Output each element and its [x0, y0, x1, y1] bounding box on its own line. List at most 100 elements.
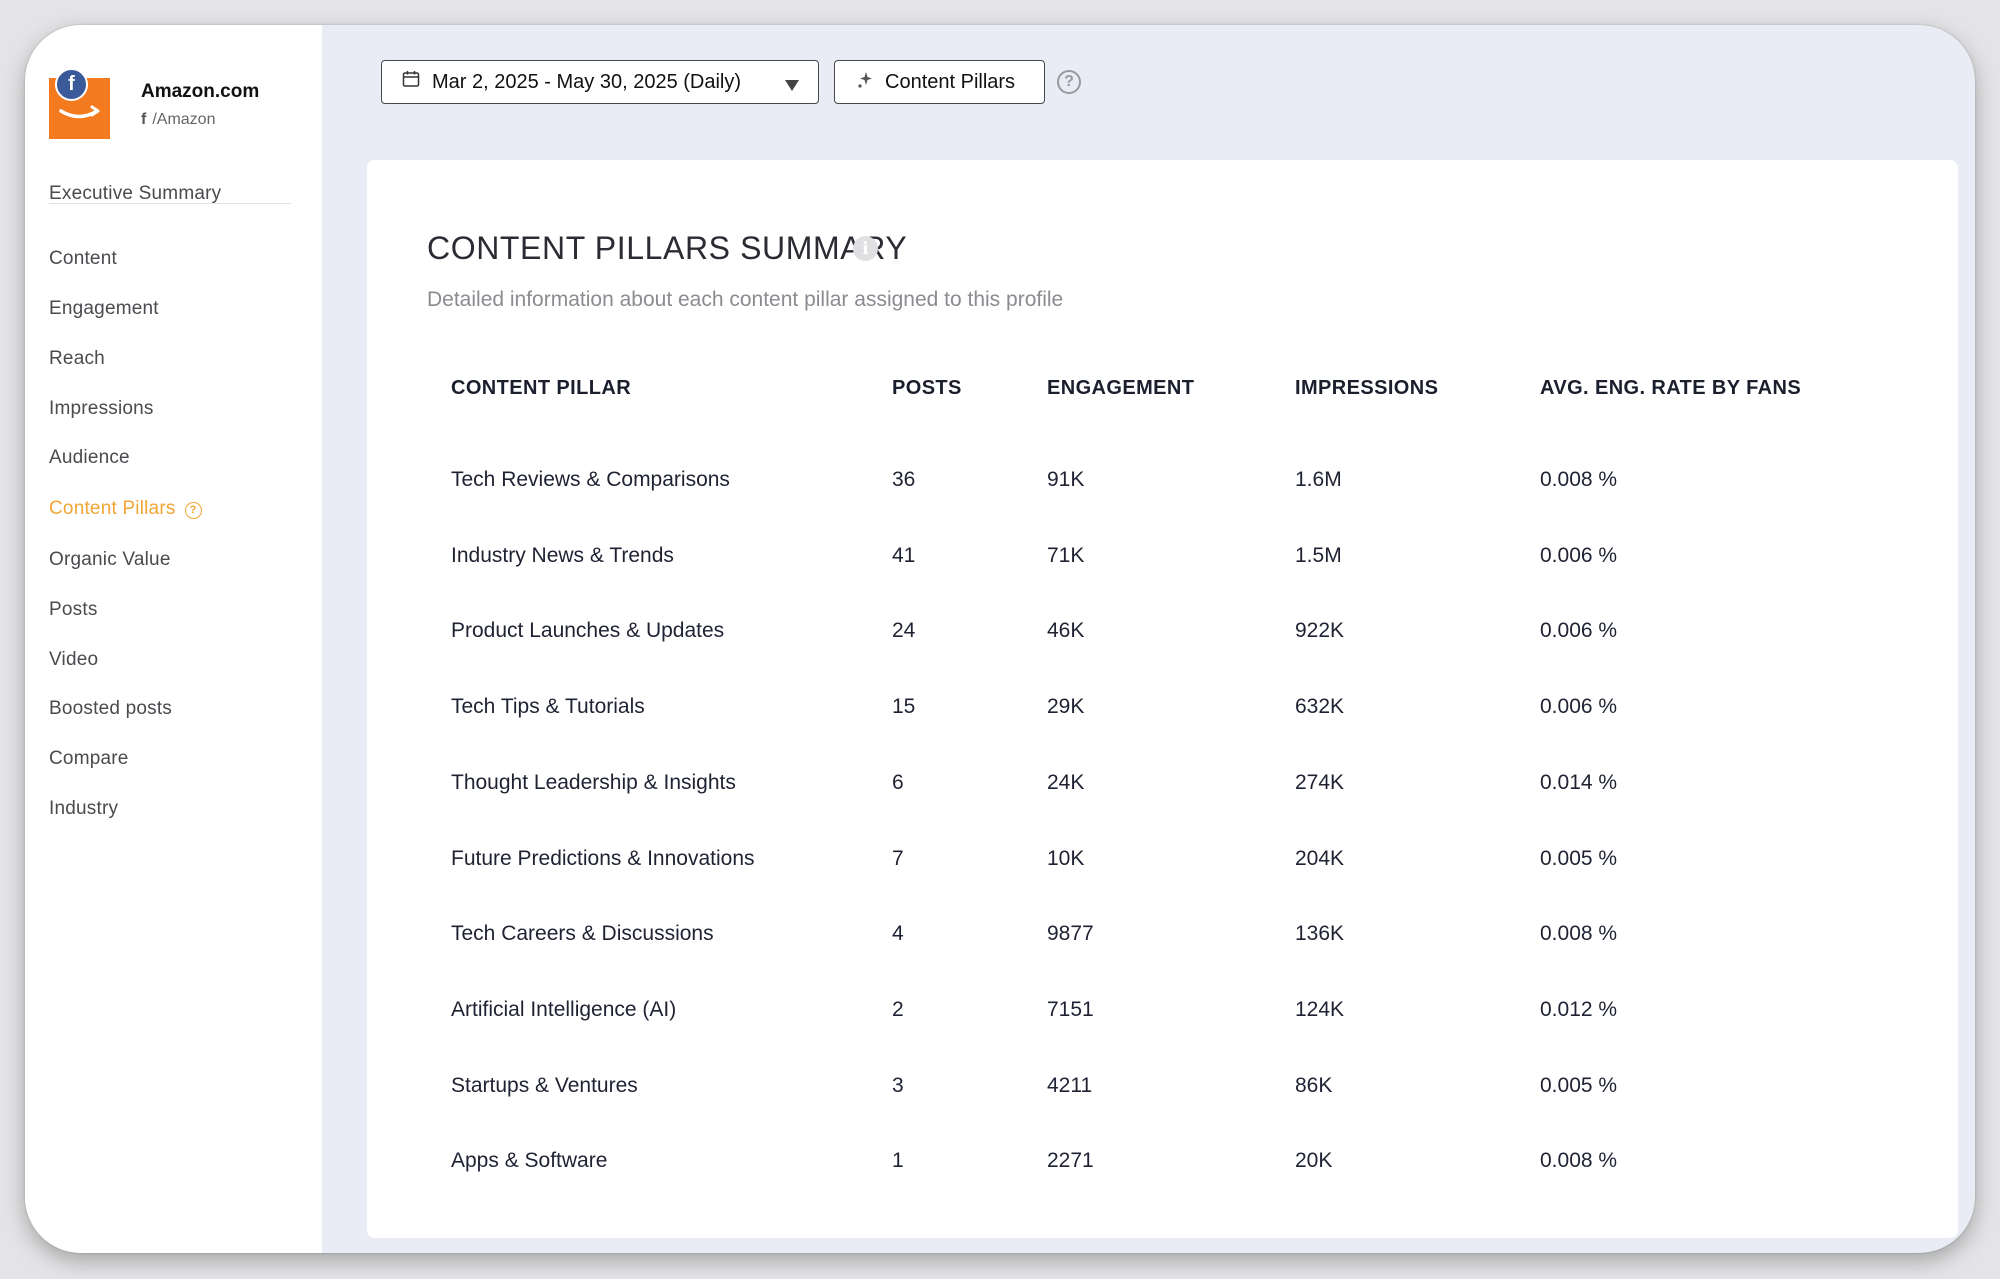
cell-posts: 24 [892, 619, 916, 642]
content-pillars-summary-card: CONTENT PILLARS SUMMARY i Detailed infor… [367, 160, 1958, 1238]
cell-rate: 0.005 % [1540, 1074, 1618, 1097]
profile-handle: f/Amazon [141, 111, 215, 129]
table-row[interactable]: Tech Careers & Discussions 4 9877 136K 0.008… [367, 922, 1958, 962]
cell-impressions: 1.5M [1295, 544, 1342, 567]
cell-engagement: 91K [1047, 468, 1085, 491]
sidebar-item-video[interactable]: Video [49, 649, 98, 671]
cell-posts: 1 [892, 1149, 904, 1172]
profile-handle-text: /Amazon [152, 111, 216, 128]
sidebar-item-label: Content [49, 248, 117, 269]
table-row[interactable]: Startups & Ventures 3 4211 86K 0.005 % [367, 1074, 1958, 1114]
sidebar-item-organic-value[interactable]: Organic Value [49, 549, 171, 571]
sidebar-item-executive-summary[interactable]: Executive Summary [49, 183, 221, 205]
info-icon[interactable]: i [853, 236, 878, 261]
cell-impressions: 1.6M [1295, 468, 1342, 491]
cell-impressions: 632K [1295, 695, 1345, 718]
cell-engagement: 2271 [1047, 1149, 1094, 1172]
help-icon[interactable]: ? [1057, 70, 1081, 94]
sidebar-item-label: Content Pillars [49, 498, 176, 519]
table-row[interactable]: Apps & Software 1 2271 20K 0.008 % [367, 1149, 1958, 1189]
cell-posts: 7 [892, 847, 904, 870]
cell-impressions: 86K [1295, 1074, 1333, 1097]
cell-engagement: 46K [1047, 619, 1085, 642]
cell-posts: 3 [892, 1074, 904, 1097]
table-row[interactable]: Product Launches & Updates 24 46K 922K 0.006… [367, 619, 1958, 659]
cell-pillar: Startups & Ventures [451, 1074, 638, 1097]
sidebar-item-label: Boosted posts [49, 698, 173, 719]
cell-impressions: 922K [1295, 619, 1345, 642]
sidebar: f Amazon.com f/Amazon Executive Summary C… [25, 25, 322, 1253]
sidebar-item-label: Impressions [49, 398, 154, 419]
sidebar-item-label: Industry [49, 798, 119, 819]
date-range-picker[interactable]: Mar 2, 2025 - May 30, 2025 (Daily) [381, 60, 819, 104]
profile-name: Amazon.com [141, 81, 260, 102]
sidebar-item-label: Engagement [49, 298, 159, 319]
cell-posts: 41 [892, 544, 916, 567]
facebook-icon: f [55, 68, 88, 101]
column-header-impressions[interactable]: IMPRESSIONS [1295, 377, 1438, 400]
cell-rate: 0.005 % [1540, 847, 1618, 870]
cell-rate: 0.012 % [1540, 998, 1618, 1021]
sidebar-item-content-pillars[interactable]: Content Pillars? [49, 498, 202, 520]
cell-pillar: Product Launches & Updates [451, 619, 725, 642]
cell-impressions: 20K [1295, 1149, 1333, 1172]
cell-engagement: 9877 [1047, 922, 1094, 945]
sidebar-item-label: Executive Summary [49, 183, 222, 204]
sidebar-item-label: Posts [49, 599, 98, 620]
cell-impressions: 204K [1295, 847, 1345, 870]
cell-pillar: Artificial Intelligence (AI) [451, 998, 677, 1021]
cell-rate: 0.008 % [1540, 1149, 1618, 1172]
column-header-pillar[interactable]: CONTENT PILLAR [451, 377, 631, 400]
column-header-engagement[interactable]: ENGAGEMENT [1047, 377, 1194, 400]
cell-pillar: Tech Careers & Discussions [451, 922, 714, 945]
sidebar-item-audience[interactable]: Audience [49, 447, 130, 469]
sidebar-item-reach[interactable]: Reach [49, 348, 105, 370]
sidebar-item-label: Compare [49, 748, 129, 769]
cell-pillar: Industry News & Trends [451, 544, 674, 567]
cell-posts: 6 [892, 771, 904, 794]
cell-posts: 36 [892, 468, 916, 491]
cell-pillar: Thought Leadership & Insights [451, 771, 736, 794]
column-header-avg-eng-rate[interactable]: AVG. ENG. RATE BY FANS [1540, 377, 1801, 400]
card-title: CONTENT PILLARS SUMMARY [427, 230, 908, 266]
content-pillars-button[interactable]: Content Pillars [834, 60, 1045, 104]
calendar-icon [402, 70, 420, 94]
cell-impressions: 274K [1295, 771, 1345, 794]
cell-pillar: Tech Reviews & Comparisons [451, 468, 730, 491]
sidebar-item-label: Organic Value [49, 549, 171, 570]
cell-pillar: Apps & Software [451, 1149, 608, 1172]
cell-posts: 4 [892, 922, 904, 945]
facebook-small-icon: f [141, 111, 147, 128]
cell-posts: 2 [892, 998, 904, 1021]
sidebar-item-impressions[interactable]: Impressions [49, 398, 154, 420]
content-pillars-label: Content Pillars [885, 70, 1016, 93]
table-row[interactable]: Future Predictions & Innovations 7 10K 204K… [367, 847, 1958, 887]
sidebar-item-label: Video [49, 649, 99, 670]
table-row[interactable]: Industry News & Trends 41 71K 1.5M 0.006 % [367, 544, 1958, 584]
cell-rate: 0.006 % [1540, 619, 1618, 642]
sidebar-item-label: Reach [49, 348, 105, 369]
table-row[interactable]: Tech Tips & Tutorials 15 29K 632K 0.006 % [367, 695, 1958, 735]
table-row[interactable]: Tech Reviews & Comparisons 36 91K 1.6M 0.008… [367, 468, 1958, 508]
sidebar-item-boosted-posts[interactable]: Boosted posts [49, 698, 172, 720]
cell-engagement: 29K [1047, 695, 1085, 718]
card-subtitle: Detailed information about each content … [427, 288, 1064, 311]
cell-engagement: 7151 [1047, 998, 1094, 1021]
cell-pillar: Tech Tips & Tutorials [451, 695, 645, 718]
help-icon[interactable]: ? [184, 502, 202, 519]
table-row[interactable]: Artificial Intelligence (AI) 2 7151 124K 0.0… [367, 998, 1958, 1038]
sidebar-item-content[interactable]: Content [49, 248, 117, 270]
sidebar-item-compare[interactable]: Compare [49, 748, 129, 770]
cell-posts: 15 [892, 695, 916, 718]
cell-engagement: 4211 [1047, 1074, 1093, 1097]
cell-engagement: 24K [1047, 771, 1085, 794]
sidebar-item-engagement[interactable]: Engagement [49, 298, 159, 320]
column-header-posts[interactable]: POSTS [892, 377, 962, 400]
sidebar-item-posts[interactable]: Posts [49, 599, 98, 621]
app-window: f Amazon.com f/Amazon Executive Summary C… [25, 25, 1975, 1253]
sidebar-item-industry[interactable]: Industry [49, 798, 118, 820]
sparkle-icon [857, 71, 873, 94]
table-row[interactable]: Thought Leadership & Insights 6 24K 274K 0.0… [367, 771, 1958, 811]
cell-rate: 0.014 % [1540, 771, 1618, 794]
cell-rate: 0.006 % [1540, 695, 1618, 718]
